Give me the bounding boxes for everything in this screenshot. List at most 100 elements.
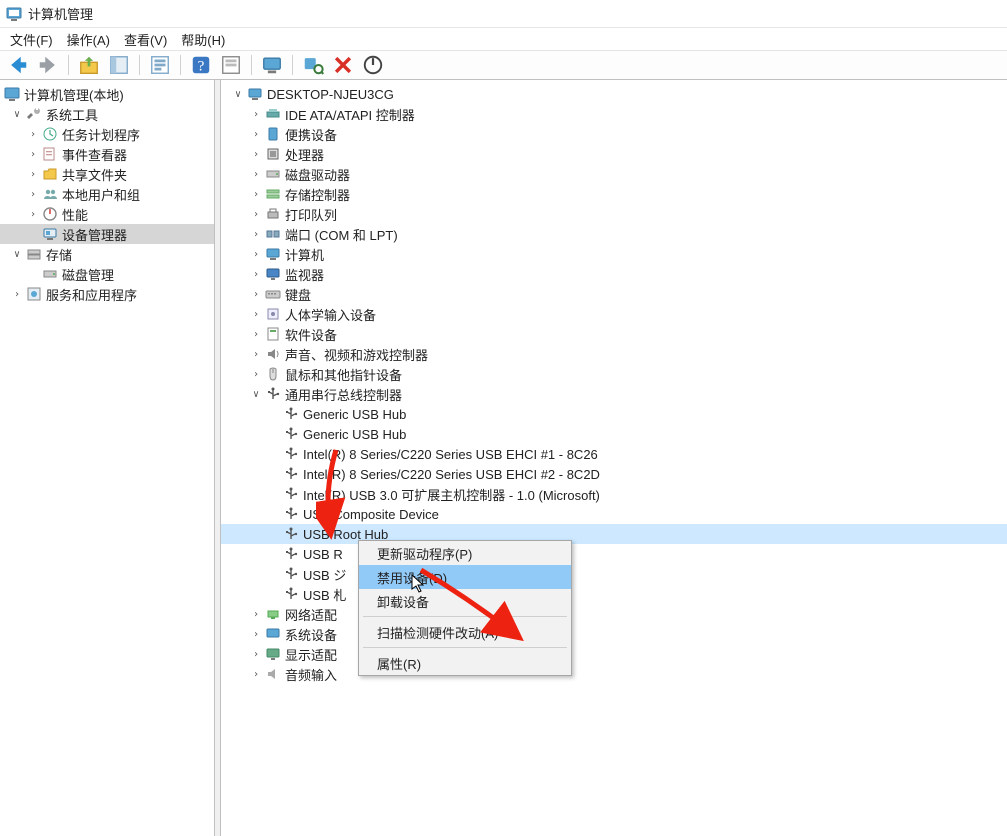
computer-management-icon	[4, 86, 20, 102]
expand-icon[interactable]: ›	[249, 187, 263, 201]
tree-event-viewer[interactable]: › 事件查看器	[0, 144, 214, 164]
cat-mice[interactable]: › 鼠标和其他指针设备	[221, 364, 1007, 384]
cat-software[interactable]: › 软件设备	[221, 324, 1007, 344]
device-tree-pane[interactable]: ∨ DESKTOP-NJEU3CG › IDE ATA/ATAPI 控制器 › …	[221, 80, 1007, 836]
expand-icon[interactable]: ›	[249, 327, 263, 341]
cat-computers[interactable]: › 计算机	[221, 244, 1007, 264]
device-usb-r[interactable]: USB R	[221, 544, 1007, 564]
expand-icon[interactable]: ›	[249, 107, 263, 121]
remove-device-button[interactable]	[331, 53, 355, 77]
cat-sound[interactable]: › 声音、视频和游戏控制器	[221, 344, 1007, 364]
device-label: 系统设备	[283, 625, 337, 644]
show-computer-button[interactable]	[260, 53, 284, 77]
device-intel-usb3[interactable]: Intel(R) USB 3.0 可扩展主机控制器 - 1.0 (Microso…	[221, 484, 1007, 504]
cat-hid[interactable]: › 人体学输入设备	[221, 304, 1007, 324]
forward-button[interactable]	[36, 53, 60, 77]
menu-uninstall-device[interactable]: 卸载设备	[359, 589, 571, 613]
menu-help[interactable]: 帮助(H)	[181, 30, 225, 49]
collapse-icon[interactable]: ∨	[10, 107, 24, 121]
menu-action[interactable]: 操作(A)	[67, 30, 110, 49]
cat-portable[interactable]: › 便携设备	[221, 124, 1007, 144]
cat-print-queues[interactable]: › 打印队列	[221, 204, 1007, 224]
expand-icon[interactable]: ›	[249, 647, 263, 661]
display-icon	[265, 646, 281, 662]
device-usb-root-hub[interactable]: USB Root Hub	[221, 524, 1007, 544]
device-usb-composite[interactable]: USB Composite Device	[221, 504, 1007, 524]
cat-keyboards[interactable]: › 键盘	[221, 284, 1007, 304]
tree-services-apps[interactable]: › 服务和应用程序	[0, 284, 214, 304]
expand-icon[interactable]: ›	[249, 287, 263, 301]
cat-sys-devices[interactable]: › 系统设备	[221, 624, 1007, 644]
usb-icon	[283, 506, 299, 522]
cat-disk-drives[interactable]: › 磁盘驱动器	[221, 164, 1007, 184]
performance-icon	[42, 206, 58, 222]
cat-usb-controllers[interactable]: ∨ 通用串行总线控制器	[221, 384, 1007, 404]
tree-storage[interactable]: ∨ 存储	[0, 244, 214, 264]
menu-update-driver[interactable]: 更新驱动程序(P)	[359, 541, 571, 565]
collapse-icon[interactable]: ∨	[231, 87, 245, 101]
expand-icon[interactable]: ›	[26, 167, 40, 181]
menu-scan-hardware[interactable]: 扫描检测硬件改动(A)	[359, 620, 571, 644]
up-button[interactable]	[77, 53, 101, 77]
expand-icon[interactable]: ›	[26, 187, 40, 201]
scan-hardware-button[interactable]	[301, 53, 325, 77]
tree-root[interactable]: 计算机管理(本地)	[0, 84, 214, 104]
cat-audio-input[interactable]: › 音频输入	[221, 664, 1007, 684]
expand-icon[interactable]: ›	[249, 607, 263, 621]
export-button[interactable]	[219, 53, 243, 77]
cat-ide[interactable]: › IDE ATA/ATAPI 控制器	[221, 104, 1007, 124]
tree-sys-tools[interactable]: ∨ 系统工具	[0, 104, 214, 124]
menu-disable-device[interactable]: 禁用设备(D)	[359, 565, 571, 589]
back-button[interactable]	[6, 53, 30, 77]
menu-properties[interactable]: 属性(R)	[359, 651, 571, 675]
device-label: 鼠标和其他指针设备	[283, 365, 402, 384]
collapse-icon[interactable]: ∨	[249, 387, 263, 401]
expand-icon[interactable]: ›	[249, 627, 263, 641]
tree-label: 系统工具	[44, 105, 98, 124]
device-root[interactable]: ∨ DESKTOP-NJEU3CG	[221, 84, 1007, 104]
show-hide-tree-button[interactable]	[107, 53, 131, 77]
tree-disk-management[interactable]: 磁盘管理	[0, 264, 214, 284]
cat-display[interactable]: › 显示适配	[221, 644, 1007, 664]
expand-icon[interactable]: ›	[249, 347, 263, 361]
device-usb-j[interactable]: USB ジ	[221, 564, 1007, 584]
menu-view[interactable]: 查看(V)	[124, 30, 167, 49]
device-usb-hub-1[interactable]: Generic USB Hub	[221, 404, 1007, 424]
expand-icon[interactable]: ›	[249, 207, 263, 221]
expand-icon[interactable]: ›	[249, 167, 263, 181]
expand-icon[interactable]: ›	[249, 307, 263, 321]
expand-icon[interactable]: ›	[249, 247, 263, 261]
expand-icon[interactable]: ›	[249, 667, 263, 681]
device-usb-hub-2[interactable]: Generic USB Hub	[221, 424, 1007, 444]
expand-icon[interactable]: ›	[249, 147, 263, 161]
collapse-icon[interactable]: ∨	[10, 247, 24, 261]
expand-icon[interactable]: ›	[26, 147, 40, 161]
tree-task-scheduler[interactable]: › 任务计划程序	[0, 124, 214, 144]
cat-monitors[interactable]: › 监视器	[221, 264, 1007, 284]
device-usb-k[interactable]: USB 札	[221, 584, 1007, 604]
device-intel-ehci-1[interactable]: Intel(R) 8 Series/C220 Series USB EHCI #…	[221, 444, 1007, 464]
tree-shared-folders[interactable]: › 共享文件夹	[0, 164, 214, 184]
expand-icon[interactable]: ›	[249, 367, 263, 381]
expand-icon[interactable]: ›	[10, 287, 24, 301]
enable-button[interactable]	[361, 53, 385, 77]
tree-performance[interactable]: › 性能	[0, 204, 214, 224]
cat-storage-ctrl[interactable]: › 存储控制器	[221, 184, 1007, 204]
expand-icon[interactable]: ›	[249, 127, 263, 141]
device-label: Generic USB Hub	[301, 427, 406, 442]
menu-file[interactable]: 文件(F)	[10, 30, 53, 49]
tree-local-users[interactable]: › 本地用户和组	[0, 184, 214, 204]
help-button[interactable]: ?	[189, 53, 213, 77]
expand-icon[interactable]: ›	[249, 227, 263, 241]
cat-cpu[interactable]: › 处理器	[221, 144, 1007, 164]
cat-ports[interactable]: › 端口 (COM 和 LPT)	[221, 224, 1007, 244]
expand-icon[interactable]: ›	[249, 267, 263, 281]
device-intel-ehci-2[interactable]: Intel(R) 8 Series/C220 Series USB EHCI #…	[221, 464, 1007, 484]
cat-network[interactable]: › 网络适配	[221, 604, 1007, 624]
expand-icon[interactable]: ›	[26, 127, 40, 141]
left-tree-pane[interactable]: 计算机管理(本地) ∨ 系统工具 › 任务计划程序	[0, 80, 215, 836]
toolbar: ?	[0, 50, 1007, 80]
expand-icon[interactable]: ›	[26, 207, 40, 221]
properties-button[interactable]	[148, 53, 172, 77]
tree-device-manager[interactable]: 设备管理器	[0, 224, 214, 244]
